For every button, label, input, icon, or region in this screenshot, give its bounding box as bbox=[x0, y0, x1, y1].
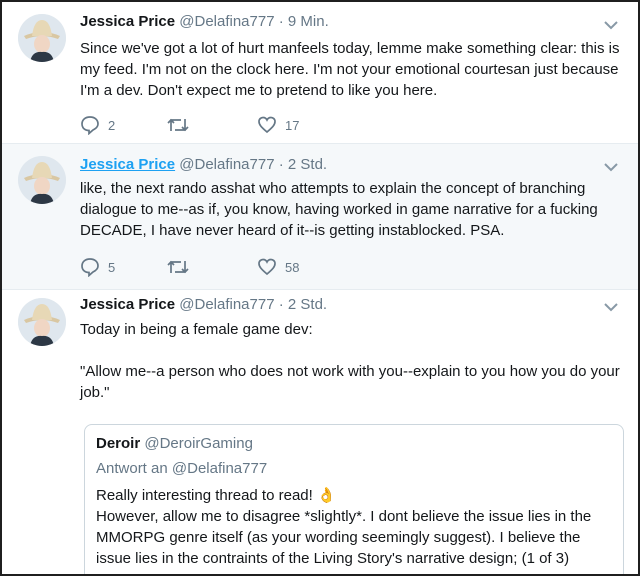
author-handle[interactable]: @Delafina777 bbox=[179, 156, 274, 173]
tweet-text: Since we've got a lot of hurt manfeels t… bbox=[80, 40, 620, 99]
quoted-tweet[interactable]: Deroir @DeroirGaming Antwort an @Delafin… bbox=[84, 424, 624, 574]
retweet-button[interactable] bbox=[166, 114, 198, 136]
quoted-text-line1: Really interesting thread to read! bbox=[96, 487, 313, 504]
separator: · bbox=[278, 156, 284, 173]
quoted-text: Really interesting thread to read! 👌 How… bbox=[96, 485, 616, 569]
like-button[interactable]: 58 bbox=[257, 256, 299, 278]
author-name[interactable]: Jessica Price bbox=[80, 296, 175, 313]
chevron-down-icon[interactable] bbox=[604, 302, 618, 312]
retweet-icon bbox=[167, 118, 189, 132]
tweet-text: like, the next rando asshat who attempts… bbox=[80, 180, 598, 239]
reply-count: 5 bbox=[108, 259, 116, 275]
separator: · bbox=[278, 13, 284, 30]
reply-count: 2 bbox=[108, 117, 116, 133]
timeline: Jessica Price @Delafina777 · 9 Min. Sinc… bbox=[0, 0, 640, 576]
avatar-image bbox=[18, 14, 66, 62]
reply-handle[interactable]: @Delafina777 bbox=[172, 460, 267, 477]
reply-button[interactable]: 2 bbox=[80, 114, 115, 136]
heart-icon bbox=[258, 258, 276, 276]
avatar-image bbox=[18, 298, 66, 346]
quoted-text-line2: However, allow me to disagree *slightly*… bbox=[96, 508, 592, 567]
avatar[interactable] bbox=[18, 156, 66, 204]
timestamp[interactable]: 9 Min. bbox=[288, 13, 329, 30]
chevron-down-icon[interactable] bbox=[604, 20, 618, 30]
separator: · bbox=[278, 296, 284, 313]
quoted-author-handle: @DeroirGaming bbox=[144, 435, 253, 452]
reply-icon bbox=[81, 258, 99, 277]
like-button[interactable]: 17 bbox=[257, 114, 299, 136]
author-name[interactable]: Jessica Price bbox=[80, 13, 175, 30]
tweet[interactable]: Jessica Price @Delafina777 · 9 Min. Sinc… bbox=[2, 2, 638, 144]
like-count: 58 bbox=[285, 259, 300, 275]
author-handle[interactable]: @Delafina777 bbox=[179, 296, 274, 313]
author-name[interactable]: Jessica Price bbox=[80, 156, 175, 173]
quoted-author-name: Deroir bbox=[96, 435, 141, 452]
avatar[interactable] bbox=[18, 298, 66, 346]
tweet-text-line2: "Allow me--a person who does not work wi… bbox=[80, 363, 620, 401]
reply-prefix: Antwort an bbox=[96, 460, 168, 477]
tweet[interactable]: Jessica Price @Delafina777 · 2 Std. like… bbox=[2, 144, 638, 290]
reply-button[interactable]: 5 bbox=[80, 256, 115, 278]
timestamp[interactable]: 2 Std. bbox=[288, 156, 327, 173]
avatar-image bbox=[18, 156, 66, 204]
author-handle[interactable]: @Delafina777 bbox=[179, 13, 274, 30]
chevron-down-icon[interactable] bbox=[604, 162, 618, 172]
heart-icon bbox=[258, 116, 276, 134]
reply-icon bbox=[81, 116, 99, 135]
ok-hand-emoji: 👌 bbox=[316, 487, 336, 504]
avatar[interactable] bbox=[18, 14, 66, 62]
retweet-button[interactable] bbox=[166, 256, 198, 278]
tweet-text-line1: Today in being a female game dev: bbox=[80, 321, 313, 338]
timestamp[interactable]: 2 Std. bbox=[288, 296, 327, 313]
like-count: 17 bbox=[285, 117, 300, 133]
retweet-icon bbox=[167, 260, 189, 274]
